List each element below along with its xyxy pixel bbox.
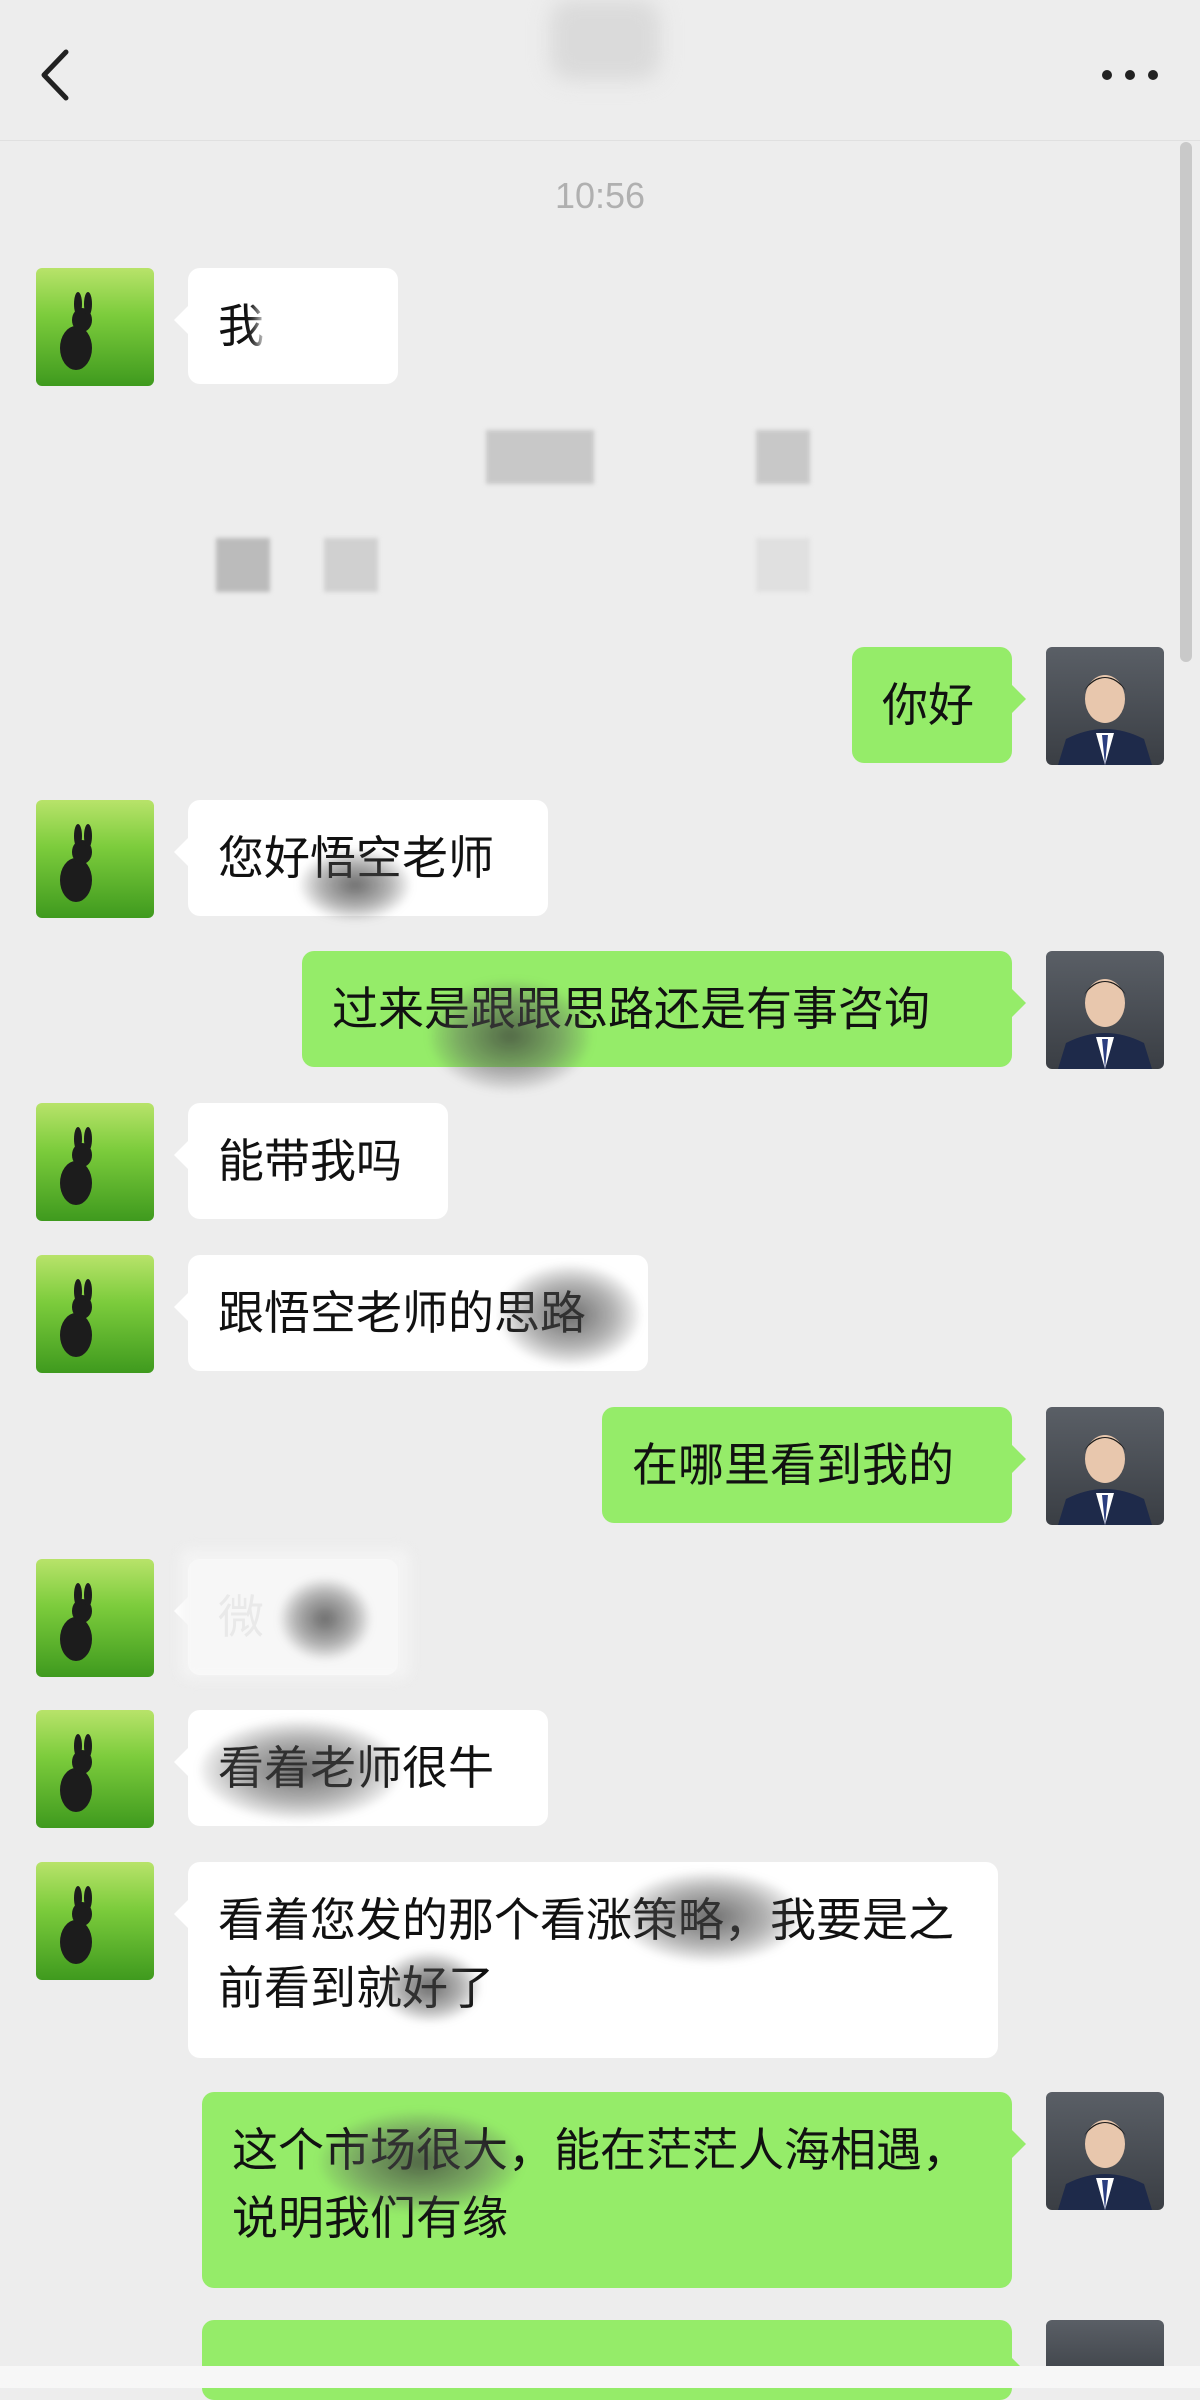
message-bubble[interactable]: 我 <box>174 268 398 384</box>
bottom-edge <box>0 2366 1200 2388</box>
message-bubble[interactable]: 看着您发的那个看涨策略，我要是之前看到就好了 <box>174 1862 998 2058</box>
rabbit-icon <box>60 1886 92 1964</box>
rabbit-icon <box>60 1583 92 1661</box>
redaction <box>756 538 810 592</box>
person-icon <box>1058 979 1152 1069</box>
my-avatar[interactable] <box>1046 2092 1164 2210</box>
scrollbar[interactable] <box>1180 142 1192 662</box>
contact-avatar[interactable] <box>36 1559 154 1677</box>
message-bubble[interactable]: 在哪里看到我的 <box>602 1407 1026 1523</box>
rabbit-icon <box>60 824 92 902</box>
rabbit-icon <box>60 1127 92 1205</box>
rabbit-icon <box>60 1279 92 1357</box>
redaction <box>258 292 368 358</box>
redaction <box>430 981 590 1091</box>
my-avatar[interactable] <box>1046 951 1164 1069</box>
message-bubble[interactable] <box>202 2320 1026 2400</box>
my-avatar[interactable] <box>1046 1407 1164 1525</box>
redaction <box>486 430 594 484</box>
redaction <box>280 1579 370 1659</box>
rabbit-icon <box>60 292 92 370</box>
chevron-left-icon <box>41 49 69 101</box>
redaction <box>320 2112 520 2212</box>
contact-avatar[interactable] <box>36 800 154 918</box>
redaction <box>380 1952 480 2022</box>
message-timestamp: 10:56 <box>554 175 646 216</box>
more-button[interactable] <box>1090 45 1170 105</box>
message-bubble[interactable]: 能带我吗 <box>174 1103 448 1219</box>
top-bar <box>0 0 1200 141</box>
person-icon <box>1058 2120 1152 2210</box>
message-bubble[interactable]: 这个市场很大，能在茫茫人海相遇，说明我们有缘 <box>202 2092 1026 2288</box>
person-icon <box>1058 675 1152 765</box>
redaction <box>756 430 810 484</box>
message-text: 过来是跟跟思路还是有事咨询 <box>332 982 930 1036</box>
redaction <box>200 1720 400 1820</box>
contact-avatar[interactable] <box>36 1862 154 1980</box>
person-icon <box>1058 1435 1152 1525</box>
message-text: 能带我吗 <box>218 1134 402 1188</box>
message-text: 在哪里看到我的 <box>632 1438 954 1492</box>
contact-avatar[interactable] <box>36 1710 154 1828</box>
redaction <box>216 538 270 592</box>
my-avatar[interactable] <box>1046 647 1164 765</box>
contact-avatar[interactable] <box>36 1255 154 1373</box>
redaction <box>324 538 378 592</box>
rabbit-icon <box>60 1734 92 1812</box>
chat-title <box>550 0 660 80</box>
back-button[interactable] <box>30 45 80 105</box>
message-text: 你好 <box>882 678 974 732</box>
redaction <box>300 850 410 920</box>
message-text: 看着您发的那个看涨策略，我要是之前看到就好了 <box>218 1893 954 2015</box>
redaction <box>620 1872 800 1962</box>
contact-avatar[interactable] <box>36 1103 154 1221</box>
message-bubble[interactable]: 过来是跟跟思路还是有事咨询 <box>302 951 1026 1067</box>
more-dots-icon <box>1102 70 1158 80</box>
contact-avatar[interactable] <box>36 268 154 386</box>
redaction <box>500 1265 640 1365</box>
message-bubble[interactable]: 你好 <box>852 647 1026 763</box>
